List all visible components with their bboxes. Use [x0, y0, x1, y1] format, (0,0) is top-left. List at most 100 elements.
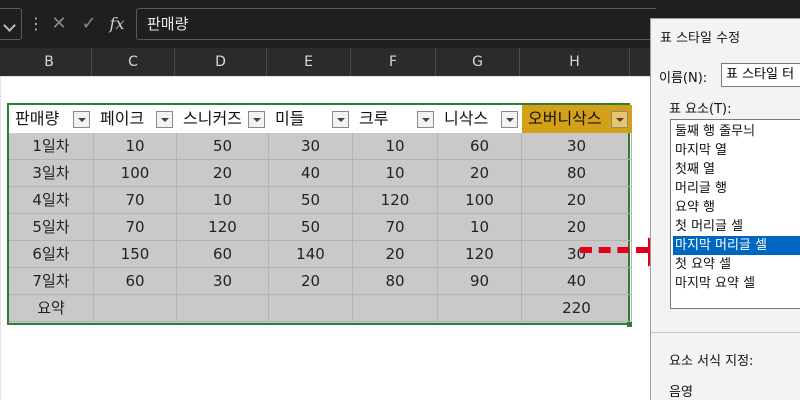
- table-cell[interactable]: 10: [177, 187, 269, 214]
- table-cell[interactable]: 120: [177, 214, 269, 241]
- table-header-cell[interactable]: 판매량: [9, 105, 94, 133]
- table-cell[interactable]: 100: [438, 187, 522, 214]
- table-cell[interactable]: 60: [177, 241, 269, 268]
- column-header-f[interactable]: F: [351, 48, 436, 76]
- filter-dropdown-icon[interactable]: [501, 111, 518, 128]
- table-cell[interactable]: [353, 295, 438, 322]
- table-cell[interactable]: 80: [353, 268, 438, 295]
- column-header-row: BCDEFGH: [0, 48, 650, 76]
- more-options-icon[interactable]: ⋮: [28, 12, 44, 36]
- table-cell[interactable]: 30: [522, 241, 632, 268]
- table-element-item[interactable]: 둘째 행 줄무늬: [673, 122, 800, 141]
- table-cell[interactable]: 20: [269, 268, 353, 295]
- table-cell[interactable]: 요약: [9, 295, 94, 322]
- table-element-item[interactable]: 첫 요약 셀: [673, 255, 800, 274]
- chevron-down-icon: [3, 19, 16, 32]
- column-header-b[interactable]: B: [7, 48, 92, 76]
- header-label: 판매량: [15, 109, 60, 128]
- column-header-e[interactable]: E: [267, 48, 351, 76]
- table-cell[interactable]: 30: [522, 133, 632, 160]
- table-cell[interactable]: 10: [94, 133, 177, 160]
- name-box-dropdown[interactable]: [0, 8, 22, 40]
- cancel-icon[interactable]: ✕: [46, 10, 72, 38]
- table-header-cell[interactable]: 페이크: [94, 105, 177, 133]
- table-cell[interactable]: 4일차: [9, 187, 94, 214]
- table-cell[interactable]: 120: [353, 187, 438, 214]
- table-elements-list[interactable]: 둘째 행 줄무늬 마지막 열 첫째 열 머리글 행 요약 행첫 머리글 셀 마지막 머리글…: [670, 119, 800, 309]
- table-cell[interactable]: 220: [522, 295, 632, 322]
- table-element-item[interactable]: 마지막 열: [673, 141, 800, 160]
- name-label: 이름(N):: [659, 71, 708, 86]
- table-cell[interactable]: 30: [177, 268, 269, 295]
- filter-dropdown-icon[interactable]: [73, 111, 90, 128]
- table-cell[interactable]: 1일차: [9, 133, 94, 160]
- filter-dropdown-icon[interactable]: [156, 111, 173, 128]
- table-cell[interactable]: 50: [269, 187, 353, 214]
- table-cell[interactable]: 80: [522, 160, 632, 187]
- column-header-d[interactable]: D: [175, 48, 267, 76]
- filter-dropdown-icon[interactable]: [611, 111, 628, 128]
- style-name-input[interactable]: 표 스타일 터: [721, 63, 800, 87]
- table-cell[interactable]: 40: [522, 268, 632, 295]
- modify-table-style-dialog: 표 스타일 수정 이름(N): 표 스타일 터 표 요소(T): 둘째 행 줄무…: [650, 18, 800, 400]
- table-cell[interactable]: 60: [438, 133, 522, 160]
- column-header-c[interactable]: C: [92, 48, 175, 76]
- table-cell[interactable]: 50: [177, 133, 269, 160]
- table-cell[interactable]: 30: [269, 133, 353, 160]
- table-element-item[interactable]: 요약 행: [673, 198, 800, 217]
- table-cell[interactable]: 120: [438, 241, 522, 268]
- table-header-cell[interactable]: 미들: [269, 105, 353, 133]
- table-cell[interactable]: 50: [269, 214, 353, 241]
- table-cell[interactable]: 7일차: [9, 268, 94, 295]
- table-header-cell[interactable]: 스니커즈: [177, 105, 269, 133]
- table-cell[interactable]: 70: [353, 214, 438, 241]
- table-cell[interactable]: [177, 295, 269, 322]
- table-cell[interactable]: 3일차: [9, 160, 94, 187]
- insert-function-button[interactable]: fx: [104, 10, 130, 38]
- table-header-row: 판매량 페이크 스니커즈 미들 크루 니삭스 오버니삭스: [9, 105, 632, 133]
- table-cell[interactable]: [94, 295, 177, 322]
- table-cell[interactable]: 6일차: [9, 241, 94, 268]
- formula-input[interactable]: 판매량: [136, 8, 656, 40]
- table-cell[interactable]: 70: [94, 214, 177, 241]
- table-element-item[interactable]: 머리글 행: [673, 179, 800, 198]
- table-cell[interactable]: 90: [438, 268, 522, 295]
- table-cell[interactable]: 140: [269, 241, 353, 268]
- header-label: 오버니삭스: [528, 109, 602, 128]
- dialog-title: 표 스타일 수정: [660, 31, 741, 46]
- table-cell[interactable]: 40: [269, 160, 353, 187]
- column-header-h[interactable]: H: [520, 48, 630, 76]
- table-element-item[interactable]: 첫째 열: [673, 160, 800, 179]
- column-header-g[interactable]: G: [436, 48, 520, 76]
- table-cell[interactable]: 20: [522, 214, 632, 241]
- table-cell[interactable]: [269, 295, 353, 322]
- table-cell[interactable]: 10: [353, 133, 438, 160]
- table-cell[interactable]: 10: [438, 214, 522, 241]
- table-cell[interactable]: 20: [522, 187, 632, 214]
- filter-dropdown-icon[interactable]: [248, 111, 265, 128]
- table-element-item[interactable]: 마지막 요약 셀: [673, 274, 800, 293]
- element-format-label: 요소 서식 지정:: [669, 354, 754, 369]
- table-element-item[interactable]: 첫 머리글 셀: [673, 217, 800, 236]
- table-header-cell[interactable]: 니삭스: [438, 105, 522, 133]
- table-cell[interactable]: 20: [177, 160, 269, 187]
- table-cell[interactable]: 10: [353, 160, 438, 187]
- table-cell[interactable]: 20: [353, 241, 438, 268]
- enter-icon[interactable]: ✓: [76, 10, 102, 38]
- table-resize-handle[interactable]: [627, 322, 632, 327]
- table-cell[interactable]: 100: [94, 160, 177, 187]
- excel-table[interactable]: 판매량 페이크 스니커즈 미들 크루 니삭스 오버니삭스 1일차 10 50 30 10 60 30 3일…: [7, 103, 632, 327]
- table-cell[interactable]: [438, 295, 522, 322]
- header-label: 스니커즈: [183, 109, 242, 128]
- filter-dropdown-icon[interactable]: [332, 111, 349, 128]
- table-header-cell[interactable]: 크루: [353, 105, 438, 133]
- table-element-item[interactable]: 마지막 머리글 셀: [673, 236, 800, 255]
- table-header-cell[interactable]: 오버니삭스: [522, 105, 632, 133]
- table-cell[interactable]: 20: [438, 160, 522, 187]
- table-cell[interactable]: 60: [94, 268, 177, 295]
- header-label: 미들: [275, 109, 305, 128]
- table-cell[interactable]: 70: [94, 187, 177, 214]
- filter-dropdown-icon[interactable]: [417, 111, 434, 128]
- table-cell[interactable]: 150: [94, 241, 177, 268]
- table-cell[interactable]: 5일차: [9, 214, 94, 241]
